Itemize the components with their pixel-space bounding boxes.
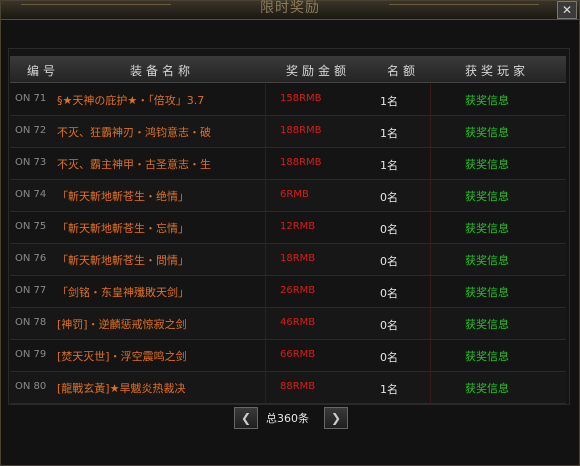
row-equipment-name: 不灭、霸主神甲・古圣意志・生: [57, 158, 211, 171]
table-row: ON 72 不灭、狂霸神刃・鸿钧意志・破 188RMB 1名 获奖信息: [10, 116, 566, 148]
row-quota: 0名: [380, 319, 398, 332]
row-winner-info-link[interactable]: 获奖信息: [465, 188, 509, 204]
title-bar: 限时奖励 ✕: [1, 0, 579, 20]
header-reward-amount: 奖励金额: [286, 64, 351, 78]
row-winner-info-link[interactable]: 获奖信息: [465, 252, 509, 268]
row-number: ON 74: [15, 189, 47, 200]
prev-page-button[interactable]: ❮: [234, 407, 258, 429]
row-number: ON 78: [15, 317, 47, 328]
column-divider: [430, 276, 431, 307]
row-winner-info-link[interactable]: 获奖信息: [465, 220, 509, 236]
row-reward-amount: 46RMB: [280, 317, 316, 328]
row-equipment-name: 「斬天斬地斬苍生・忘情」: [57, 222, 189, 235]
row-quota: 0名: [380, 223, 398, 236]
row-winner-info-link[interactable]: 获奖信息: [465, 380, 509, 396]
row-reward-amount: 158RMB: [280, 93, 322, 104]
column-divider: [265, 372, 266, 403]
header-quota: 名额: [387, 64, 420, 78]
row-reward-amount: 6RMB: [280, 189, 309, 200]
table-row: ON 76 「斬天斬地斬苍生・問情」 18RMB 0名 获奖信息: [10, 244, 566, 276]
column-divider: [430, 212, 431, 243]
table-row: ON 74 「斬天斬地斬苍生・绝情」 6RMB 0名 获奖信息: [10, 180, 566, 212]
row-winner-info-link[interactable]: 获奖信息: [465, 348, 509, 364]
row-quota: 1名: [380, 95, 398, 108]
next-page-button[interactable]: ❯: [324, 407, 348, 429]
header-equipment-name: 装备名称: [130, 64, 195, 78]
column-divider: [265, 180, 266, 211]
row-winner-info-link[interactable]: 获奖信息: [465, 156, 509, 172]
table-row: ON 80 [龍戰玄黃]★旱魃炎热裁决 88RMB 1名 获奖信息: [10, 372, 566, 404]
table-row: ON 71 §★天神の庇护★・「倍攻」3.7 158RMB 1名 获奖信息: [10, 84, 566, 116]
table-row: ON 79 [焚天灭世]・浮空震鸣之剑 66RMB 0名 获奖信息: [10, 340, 566, 372]
column-divider: [430, 84, 431, 115]
row-number: ON 72: [15, 125, 47, 136]
table-row: ON 78 [神罚]・逆麟惩戒惊寂之剑 46RMB 0名 获奖信息: [10, 308, 566, 340]
row-equipment-name: 「斬天斬地斬苍生・绝情」: [57, 190, 189, 203]
row-quota: 0名: [380, 287, 398, 300]
column-divider: [430, 148, 431, 179]
row-reward-amount: 66RMB: [280, 349, 316, 360]
row-reward-amount: 188RMB: [280, 125, 322, 136]
row-winner-info-link[interactable]: 获奖信息: [465, 284, 509, 300]
row-number: ON 71: [15, 93, 47, 104]
table-header: 编号 装备名称 奖励金额 名额 获奖玩家: [10, 56, 566, 83]
column-divider: [265, 340, 266, 371]
row-equipment-name: [焚天灭世]・浮空震鸣之剑: [57, 350, 187, 363]
column-divider: [265, 244, 266, 275]
row-reward-amount: 188RMB: [280, 157, 322, 168]
row-reward-amount: 88RMB: [280, 381, 316, 392]
close-icon[interactable]: ✕: [562, 3, 572, 17]
row-equipment-name: [龍戰玄黃]★旱魃炎热裁决: [57, 382, 186, 395]
column-divider: [265, 148, 266, 179]
table-row: ON 75 「斬天斬地斬苍生・忘情」 12RMB 0名 获奖信息: [10, 212, 566, 244]
row-quota: 1名: [380, 383, 398, 396]
row-number: ON 80: [15, 381, 47, 392]
column-divider: [430, 116, 431, 147]
chevron-left-icon[interactable]: ❮: [241, 411, 251, 425]
row-winner-info-link[interactable]: 获奖信息: [465, 124, 509, 140]
column-divider: [265, 308, 266, 339]
row-number: ON 79: [15, 349, 47, 360]
row-equipment-name: 「剑铭・东皇神殲敗天剑」: [57, 286, 189, 299]
column-divider: [265, 116, 266, 147]
column-divider: [430, 372, 431, 403]
column-divider: [265, 212, 266, 243]
row-number: ON 75: [15, 221, 47, 232]
row-reward-amount: 26RMB: [280, 285, 316, 296]
column-divider: [430, 244, 431, 275]
chevron-right-icon[interactable]: ❯: [331, 411, 341, 425]
header-number: 编号: [27, 64, 60, 78]
row-equipment-name: [神罚]・逆麟惩戒惊寂之剑: [57, 318, 187, 331]
column-divider: [430, 308, 431, 339]
table-row: ON 77 「剑铭・东皇神殲敗天剑」 26RMB 0名 获奖信息: [10, 276, 566, 308]
column-divider: [430, 340, 431, 371]
row-number: ON 76: [15, 253, 47, 264]
row-equipment-name: §★天神の庇护★・「倍攻」3.7: [57, 94, 205, 107]
row-number: ON 73: [15, 157, 47, 168]
row-quota: 0名: [380, 351, 398, 364]
row-number: ON 77: [15, 285, 47, 296]
row-quota: 0名: [380, 255, 398, 268]
title-decoration-right: [389, 4, 539, 15]
row-quota: 1名: [380, 127, 398, 140]
row-equipment-name: 「斬天斬地斬苍生・問情」: [57, 254, 189, 267]
row-equipment-name: 不灭、狂霸神刃・鸿钧意志・破: [57, 126, 211, 139]
column-divider: [430, 180, 431, 211]
row-quota: 0名: [380, 191, 398, 204]
row-winner-info-link[interactable]: 获奖信息: [465, 316, 509, 332]
close-button[interactable]: ✕: [557, 1, 577, 19]
header-winner: 获奖玩家: [465, 64, 530, 78]
column-divider: [265, 84, 266, 115]
pagination: ❮ 总360条 ❯: [0, 407, 580, 433]
column-divider: [265, 276, 266, 307]
row-reward-amount: 18RMB: [280, 253, 316, 264]
row-winner-info-link[interactable]: 获奖信息: [465, 92, 509, 108]
row-reward-amount: 12RMB: [280, 221, 316, 232]
row-quota: 1名: [380, 159, 398, 172]
total-count: 总360条: [266, 412, 309, 425]
table-row: ON 73 不灭、霸主神甲・古圣意志・生 188RMB 1名 获奖信息: [10, 148, 566, 180]
